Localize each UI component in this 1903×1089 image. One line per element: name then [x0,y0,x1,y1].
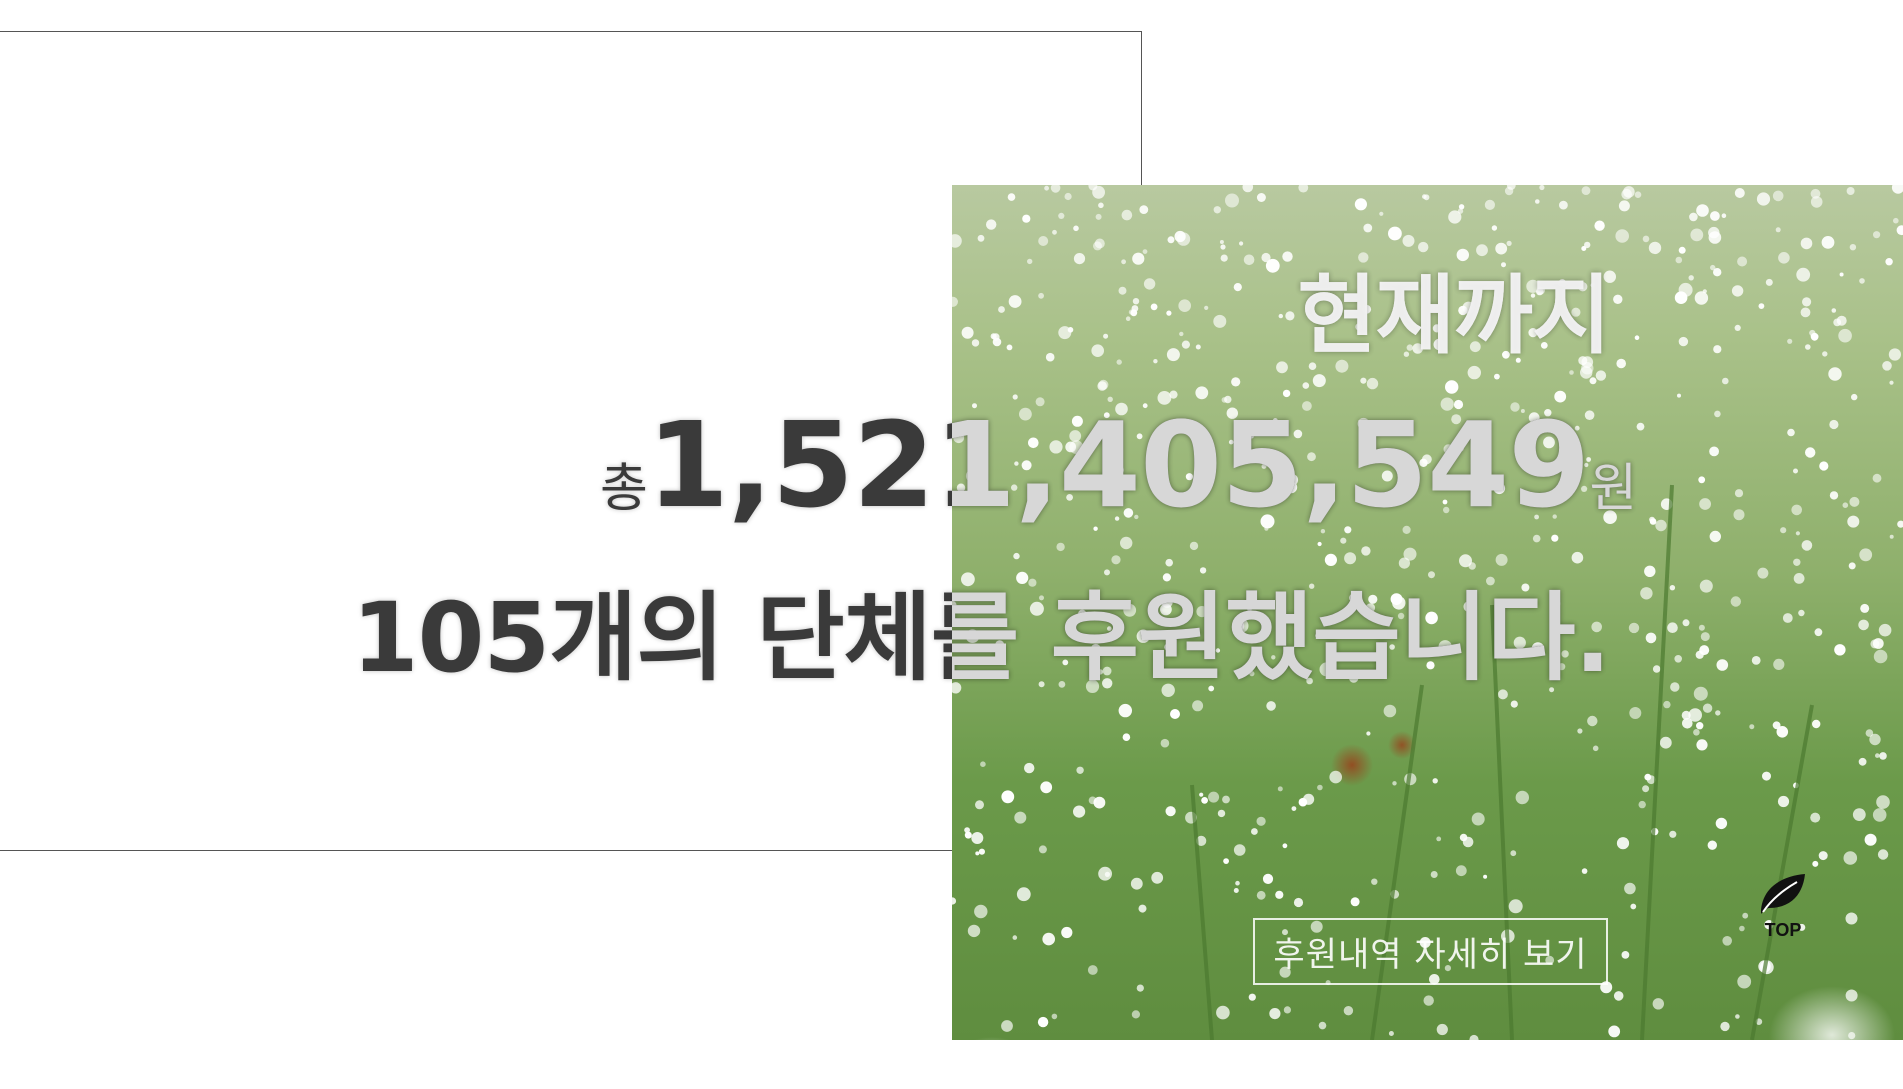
headline-line1-overlay: 현재까지 [1297,266,1611,366]
donation-summary-section: 현재까지 총1,521,405,549원 105개의 단체를 후원했습니다. 현… [0,0,1903,1089]
amount-prefix: 총 [600,459,648,519]
donation-details-button[interactable]: 후원내역 자세히 보기 [1253,918,1608,985]
amount-suffix-overlay: 원 [1589,459,1637,519]
leaf-icon [1761,874,1805,914]
top-label: TOP [1764,920,1802,940]
headline-amount-line-overlay: 총1,521,405,549원 [952,400,1637,554]
amount-value-overlay: 1,521,405,549 [952,396,1590,534]
scroll-top-button[interactable]: TOP [1755,870,1811,948]
headline-line3-overlay: 105개의 단체를 후원했습니다. [952,582,1611,694]
